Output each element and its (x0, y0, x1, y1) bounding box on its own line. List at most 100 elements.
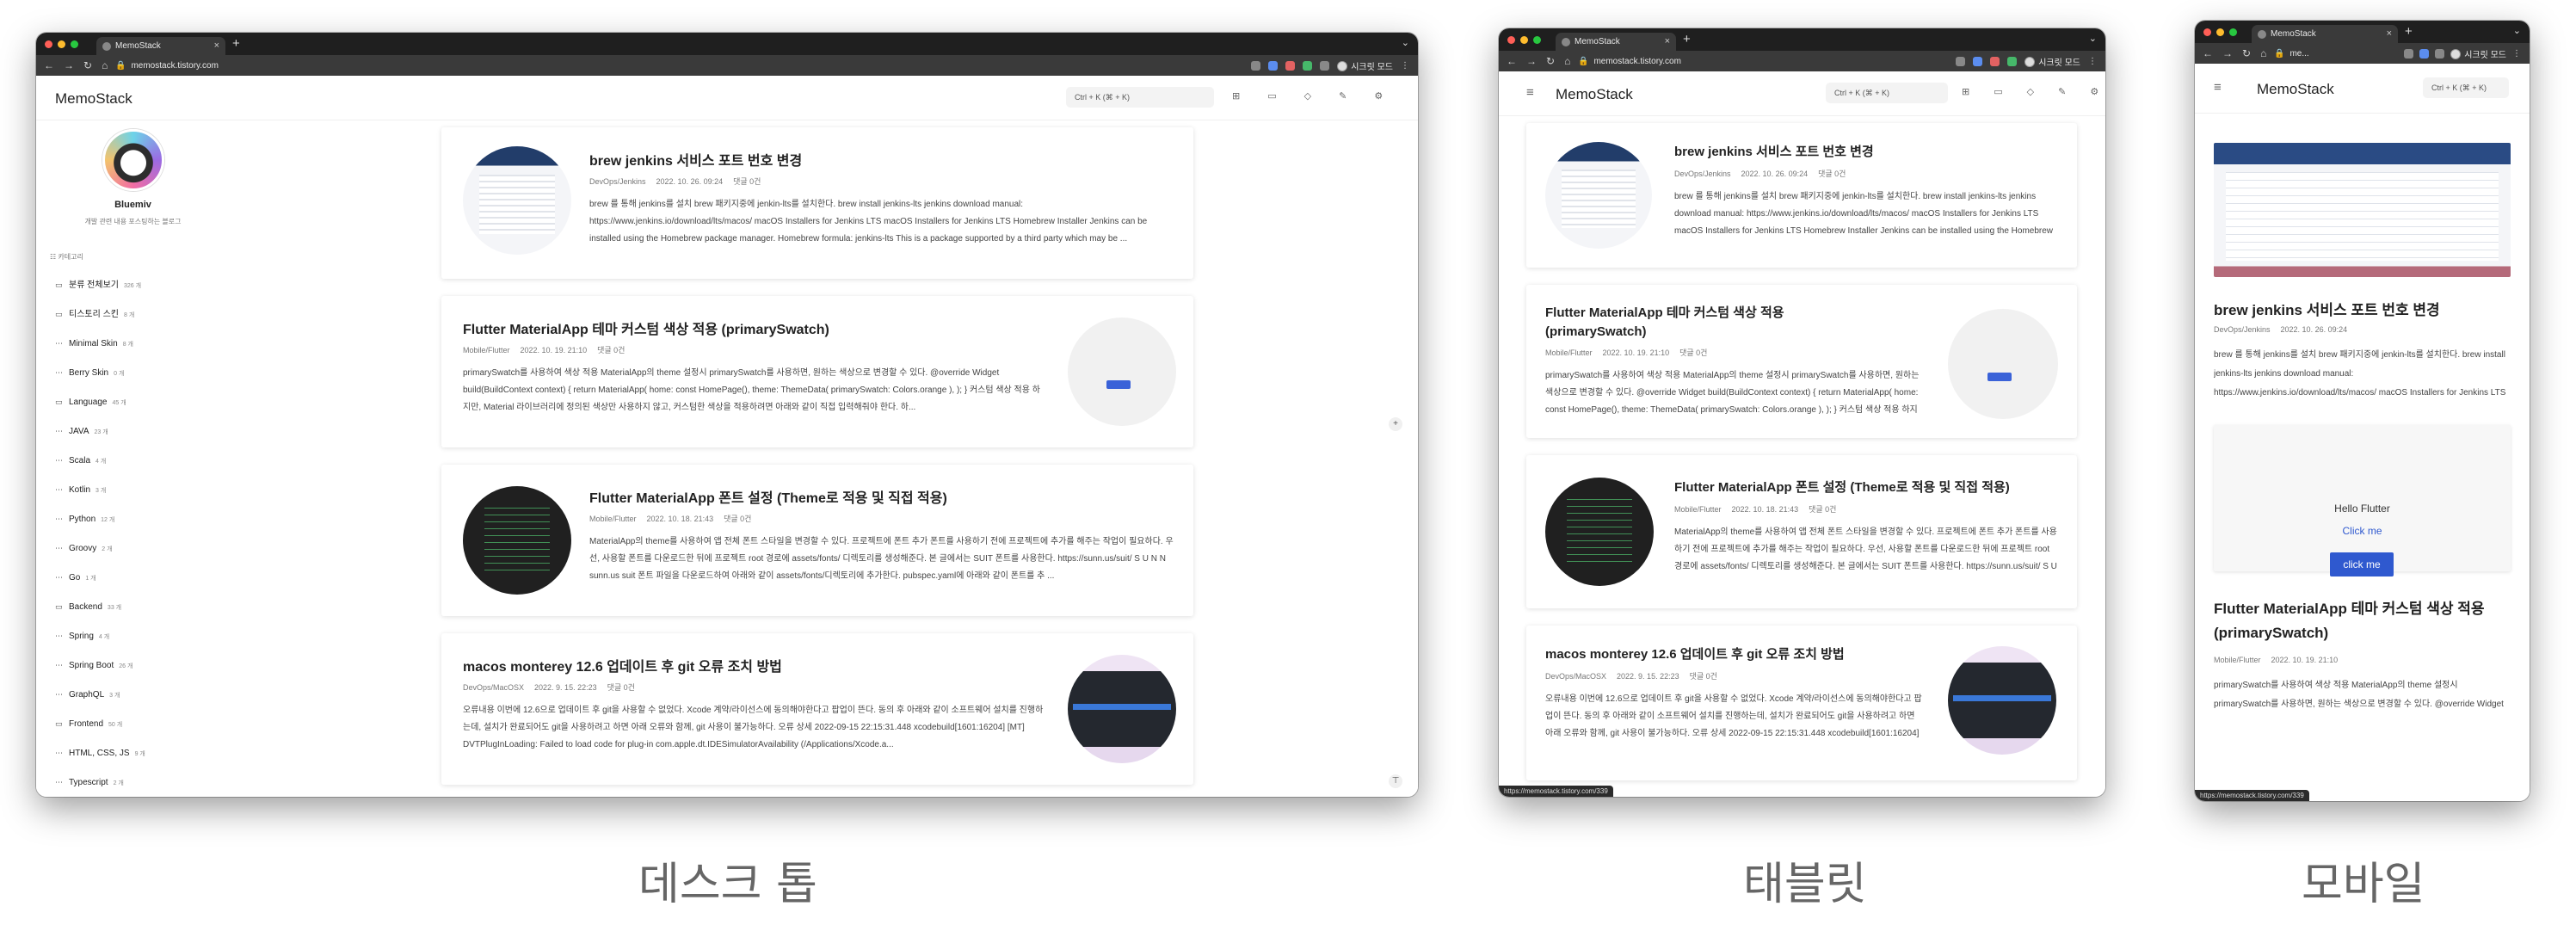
sidebar-category-item[interactable]: ⋯ GraphQL 3 개 (55, 680, 230, 709)
maximize-window-button[interactable] (1533, 36, 1541, 44)
close-window-button[interactable] (2203, 28, 2211, 36)
post-card[interactable]: macos monterey 12.6 업데이트 후 git 오류 조치 방법 … (1526, 626, 2077, 780)
profile-button[interactable]: 시크릿 모드 (1337, 59, 1393, 72)
flutter-demo-link[interactable]: Click me (2214, 525, 2511, 537)
post-thumbnail[interactable] (2214, 143, 2511, 277)
extension-icon[interactable] (1956, 57, 1966, 66)
post-thumbnail[interactable] (463, 146, 571, 255)
settings-icon[interactable]: ⚙ (2090, 86, 2098, 97)
sidebar-category-item[interactable]: ▭ Backend 33 개 (55, 592, 230, 621)
extension-icon[interactable] (2007, 57, 2018, 66)
post-thumbnail[interactable]: Hello Flutter Click me (2214, 425, 2511, 571)
url-field[interactable]: 🔒 me... (2274, 47, 2309, 60)
post-title[interactable]: brew jenkins 서비스 포트 번호 변경 (1674, 142, 1874, 160)
post-title[interactable]: brew jenkins 서비스 포트 번호 변경 (589, 149, 802, 170)
browser-tab[interactable]: MemoStack × (2252, 25, 2398, 43)
sidebar-category-item[interactable]: ⋯ Spring 4 개 (55, 621, 230, 650)
home-icon[interactable]: ⌂ (2260, 47, 2266, 59)
tab-search-icon[interactable]: ⌄ (1402, 37, 1409, 48)
bookmark-star-icon[interactable] (2419, 49, 2430, 59)
blog-logo[interactable]: MemoStack (55, 90, 132, 108)
write-icon[interactable]: ✎ (2058, 86, 2066, 97)
post-title[interactable]: Flutter MaterialApp 테마 커스텀 색상 적용 (primar… (2214, 597, 2511, 645)
more-menu-icon[interactable]: ⋮ (2512, 49, 2521, 59)
forward-icon[interactable]: → (64, 59, 74, 71)
search-input[interactable]: Ctrl + K (⌘ + K) (2423, 77, 2509, 98)
tab-search-icon[interactable]: ⌄ (2513, 25, 2521, 36)
minimize-window-button[interactable] (58, 40, 65, 48)
extension-icon[interactable] (1303, 61, 1313, 71)
sidebar-category-item[interactable]: ⋯ JAVA 23 개 (55, 416, 230, 446)
back-icon[interactable]: ← (1507, 55, 1517, 67)
post-thumbnail[interactable] (1948, 646, 2056, 755)
write-icon[interactable]: ✎ (1339, 90, 1347, 102)
sidebar-category-item[interactable]: ⋯ Groovy 2 개 (55, 533, 230, 563)
post-title[interactable]: brew jenkins 서비스 포트 번호 변경 (2214, 298, 2440, 319)
close-window-button[interactable] (1507, 36, 1515, 44)
profile-button[interactable]: 시크릿 모드 (2450, 47, 2506, 60)
settings-icon[interactable]: ⚙ (1374, 90, 1383, 102)
post-card[interactable]: Flutter MaterialApp 폰트 설정 (Theme로 적용 및 직… (441, 465, 1193, 616)
sidebar-category-item[interactable]: ▭ Frontend 50 개 (55, 709, 230, 738)
guestbook-icon[interactable]: ▭ (1267, 90, 1276, 102)
guestbook-icon[interactable]: ▭ (1994, 86, 2002, 97)
search-input[interactable]: Ctrl + K (⌘ + K) (1066, 87, 1214, 108)
post-title[interactable]: Flutter MaterialApp 폰트 설정 (Theme로 적용 및 직… (589, 486, 947, 507)
forward-icon[interactable]: → (2222, 47, 2233, 59)
reload-icon[interactable]: ↻ (83, 59, 92, 71)
url-field[interactable]: 🔒 memostack.tistory.com (115, 59, 219, 72)
url-field[interactable]: 🔒 memostack.tistory.com (1578, 55, 1681, 68)
puzzle-icon[interactable] (1320, 61, 1330, 71)
back-icon[interactable]: ← (44, 59, 54, 71)
post-card[interactable]: brew jenkins 서비스 포트 번호 변경 DevOps/Jenkins… (1526, 123, 2077, 268)
browser-tab[interactable]: MemoStack × (1556, 33, 1676, 51)
extension-icon[interactable] (1285, 61, 1296, 71)
blog-logo[interactable]: MemoStack (1556, 86, 1633, 103)
sidebar-category-item[interactable]: ⋯ Typescript 2 개 (55, 768, 230, 797)
close-tab-icon[interactable]: × (1665, 33, 1670, 51)
post-title[interactable]: Flutter MaterialApp 테마 커스텀 색상 적용 (primar… (463, 318, 829, 338)
post-thumbnail[interactable] (463, 486, 571, 595)
tag-icon[interactable]: ◇ (1304, 90, 1311, 102)
sidebar-category-item[interactable]: ⋯ Python 12 개 (55, 504, 230, 533)
post-card[interactable]: Flutter MaterialApp 테마 커스텀 색상 적용 (primar… (441, 296, 1193, 447)
sidebar-category-item[interactable]: ⋯ Minimal Skin 8 개 (55, 329, 230, 358)
browser-tab[interactable]: MemoStack × (96, 37, 225, 55)
close-window-button[interactable] (45, 40, 52, 48)
forward-icon[interactable]: → (1526, 55, 1537, 67)
post-title[interactable]: Flutter MaterialApp 폰트 설정 (Theme로 적용 및 직… (1674, 478, 2010, 496)
menu-icon[interactable]: ≡ (2214, 80, 2222, 95)
post-card[interactable]: macos monterey 12.6 업데이트 후 git 오류 조치 방법 … (441, 633, 1193, 785)
new-tab-icon[interactable]: + (2405, 24, 2413, 39)
menu-icon[interactable]: ≡ (1526, 85, 1534, 100)
avatar[interactable] (102, 129, 164, 191)
profile-button[interactable]: 시크릿 모드 (2024, 55, 2080, 68)
post-card[interactable]: Flutter MaterialApp 폰트 설정 (Theme로 적용 및 직… (1526, 455, 2077, 608)
sidebar-category-item[interactable]: ⋯ HTML, CSS, JS 9 개 (55, 738, 230, 768)
sidebar-category-item[interactable]: ⋯ Scala 4 개 (55, 446, 230, 475)
post-thumbnail[interactable] (1545, 478, 1654, 586)
maximize-window-button[interactable] (71, 40, 78, 48)
post-thumbnail[interactable] (1948, 309, 2058, 419)
reload-icon[interactable]: ↻ (2242, 47, 2251, 59)
sidebar-category-item[interactable]: ▭ 티스토리 스킨 8 개 (55, 299, 230, 329)
scroll-top-icon[interactable]: ⊤ (1389, 774, 1402, 788)
minimize-window-button[interactable] (2216, 28, 2224, 36)
bookmark-star-icon[interactable] (1268, 61, 1279, 71)
extension-icon[interactable] (1990, 57, 2000, 66)
post-title[interactable]: macos monterey 12.6 업데이트 후 git 오류 조치 방법 (463, 655, 782, 675)
minimize-window-button[interactable] (1520, 36, 1528, 44)
close-tab-icon[interactable]: × (214, 37, 219, 55)
grid-icon[interactable]: ⊞ (1232, 90, 1240, 102)
grid-icon[interactable]: ⊞ (1962, 86, 1969, 97)
post-title[interactable]: macos monterey 12.6 업데이트 후 git 오류 조치 방법 (1545, 644, 1845, 663)
flutter-demo-button[interactable]: click me (2330, 552, 2394, 576)
sidebar-category-item[interactable]: ⋯ Berry Skin 0 개 (55, 358, 230, 387)
post-thumbnail[interactable] (1068, 318, 1176, 426)
search-input[interactable]: Ctrl + K (⌘ + K) (1826, 83, 1948, 103)
bookmark-star-icon[interactable] (1973, 57, 1983, 66)
tag-icon[interactable]: ◇ (2027, 86, 2034, 97)
add-icon[interactable]: + (1389, 417, 1402, 431)
puzzle-icon[interactable] (2435, 49, 2445, 59)
sidebar-category-item[interactable]: ⋯ Go 1 개 (55, 563, 230, 592)
